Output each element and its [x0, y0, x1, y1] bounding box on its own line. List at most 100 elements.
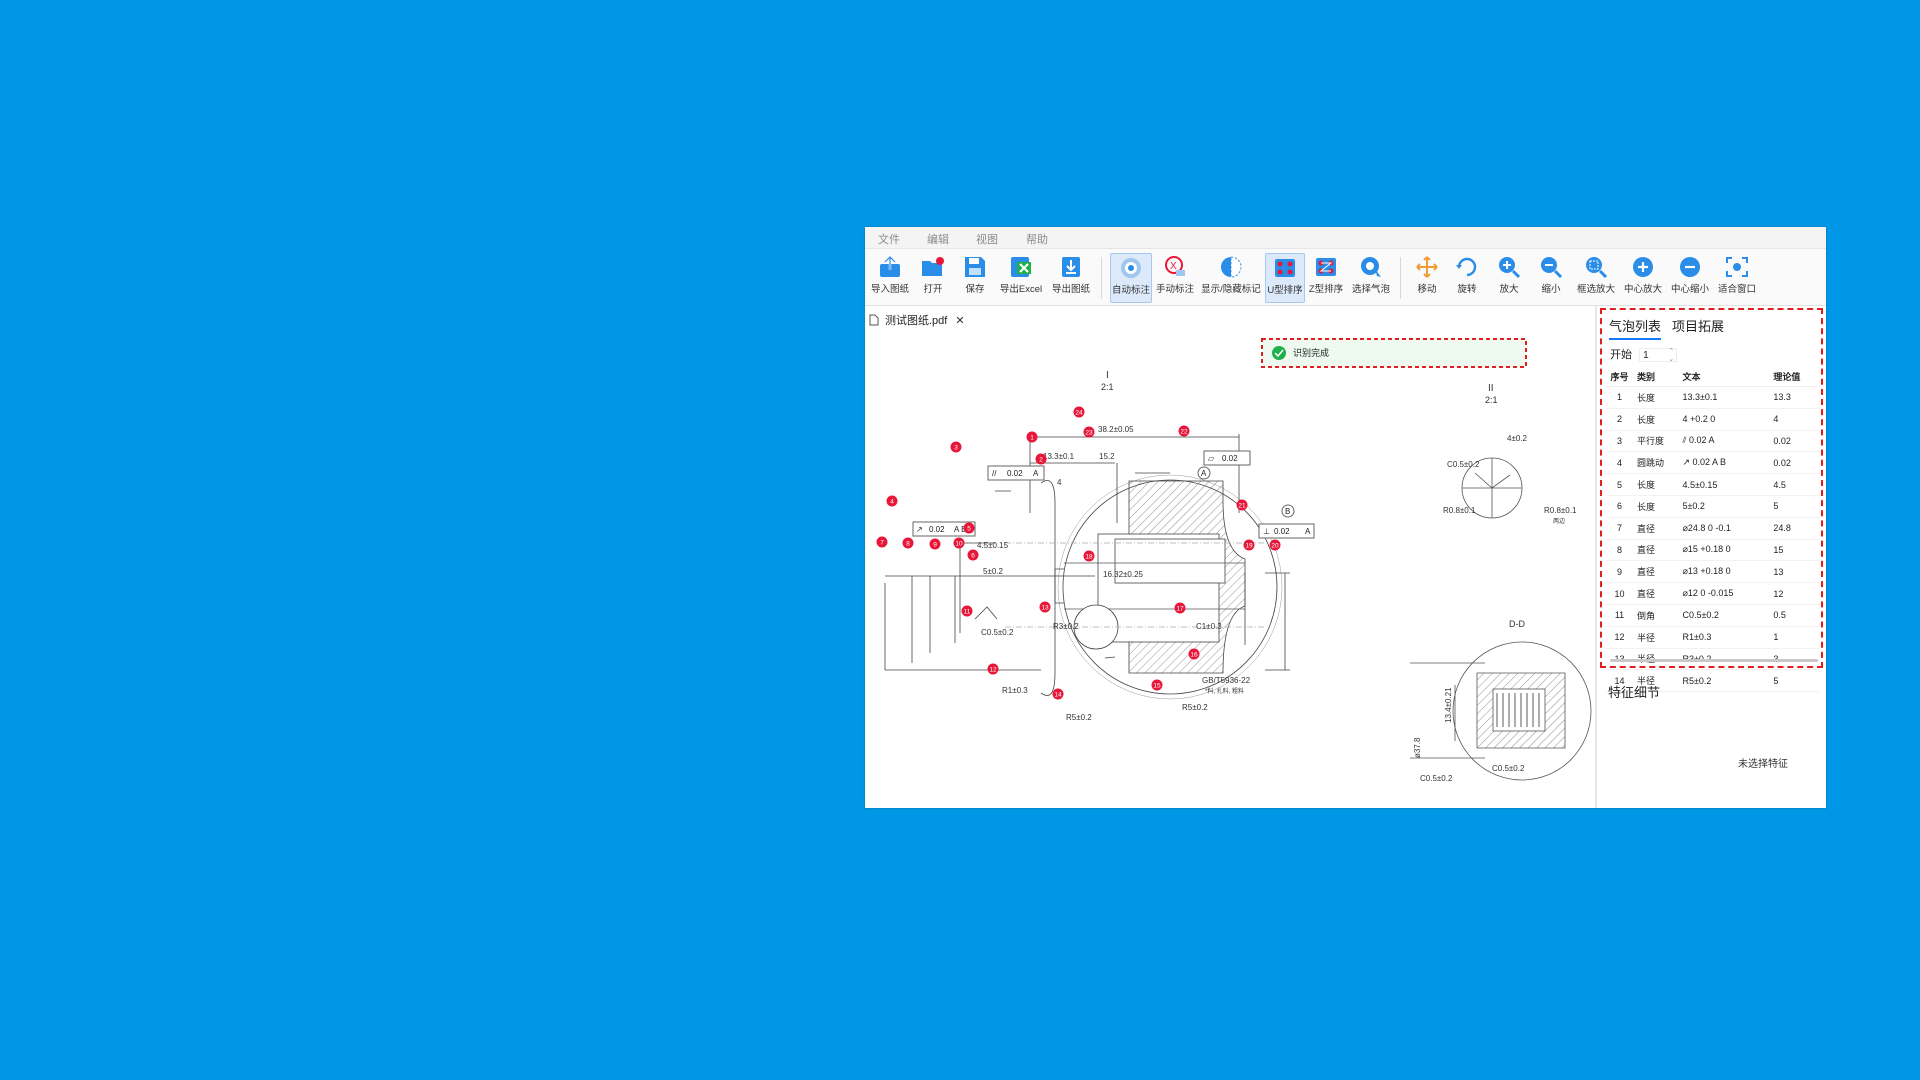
- toolbar-separator: [1101, 257, 1102, 299]
- bubble-marker-label: 23: [1085, 430, 1093, 437]
- col-nominal[interactable]: 理论值: [1772, 366, 1820, 387]
- table-row[interactable]: 5 长度 4.5±0.15 4.5: [1606, 473, 1820, 496]
- section-view-dd: [1410, 641, 1592, 781]
- tab-bubble-list[interactable]: 气泡列表: [1609, 316, 1662, 340]
- close-tab-icon[interactable]: ✕: [955, 314, 964, 327]
- table-row[interactable]: 9 直径 ⌀13 +0.18 0 13: [1606, 560, 1820, 584]
- cell-index: 2: [1606, 408, 1636, 431]
- import-drawing-button[interactable]: 导入图纸: [869, 253, 911, 301]
- fit-window-button[interactable]: 适合窗口: [1715, 253, 1759, 301]
- table-row[interactable]: 2 长度 4 +0.2 04: [1606, 408, 1820, 431]
- bubble-marker-label: 4: [890, 499, 894, 506]
- auto-annotate-button[interactable]: 自动标注: [1110, 253, 1152, 303]
- col-category[interactable]: 类别: [1635, 366, 1682, 387]
- drawing-canvas[interactable]: I 2:1 38.2±0.05 13.3±0.1 15.2 4 4.5±0.15…: [865, 333, 1595, 808]
- zoom-in-label: 放大: [1499, 284, 1519, 295]
- cell-index: 12: [1606, 626, 1636, 649]
- table-row[interactable]: 12 半径 R1±0.3 1: [1606, 626, 1820, 649]
- menu-file[interactable]: 文件: [878, 231, 900, 247]
- box-zoom-button[interactable]: 框选放大: [1575, 253, 1617, 301]
- menu-edit[interactable]: 编辑: [927, 231, 949, 247]
- col-text[interactable]: 文本: [1681, 366, 1773, 387]
- save-button[interactable]: 保存: [957, 253, 993, 301]
- zoom-out-label: 缩小: [1541, 284, 1561, 295]
- cell-index: 6: [1606, 495, 1636, 518]
- cell-category: 长度: [1635, 473, 1682, 496]
- bubble-list-box: 气泡列表 项目拓展 开始 1 ⌃ ⌄ 序号 类别 文本 理论值 1 长度 13.…: [1600, 308, 1823, 693]
- cell-text: R1±0.3: [1681, 626, 1773, 649]
- v2-r08b: R0.8±0.1: [1544, 506, 1577, 515]
- save-label: 保存: [965, 284, 985, 295]
- menu-view[interactable]: 视图: [976, 231, 998, 247]
- open-button[interactable]: 打开: [915, 253, 951, 301]
- table-row[interactable]: 7 直径 ⌀24.8 0 -0.1 24.8: [1606, 517, 1820, 540]
- export-excel-button[interactable]: 导出Excel: [999, 253, 1043, 301]
- bubble-marker-label: 14: [1054, 692, 1062, 699]
- cell-nominal: 1: [1772, 626, 1820, 649]
- view1-scale: 2:1: [1101, 382, 1114, 392]
- table-row[interactable]: 1 长度 13.3±0.1 13.3: [1606, 386, 1820, 409]
- panel-splitter[interactable]: [1595, 306, 1597, 808]
- cell-nominal: 5: [1772, 495, 1820, 518]
- dim-c05: C0.5±0.2: [981, 628, 1014, 637]
- bubble-marker-label: 3: [954, 445, 958, 452]
- zoom-in-icon: [1499, 257, 1521, 279]
- cell-text: ⫽ 0.02 A: [1681, 430, 1773, 453]
- table-row[interactable]: 11 倒角 C0.5±0.2 0.5: [1606, 604, 1820, 627]
- toggle-marks-label: 显示/隐藏标记: [1201, 284, 1261, 295]
- menu-help[interactable]: 帮助: [1026, 231, 1048, 247]
- dim-r5b: R5±0.2: [1182, 703, 1208, 712]
- select-bubble-button[interactable]: 选择气泡: [1350, 253, 1392, 301]
- fcf-1-datum: A: [1033, 469, 1039, 478]
- fcf-4-datum: A: [1305, 527, 1311, 536]
- bubble-marker-label: 8: [906, 541, 910, 548]
- center-zoom-out-button[interactable]: 中心缩小: [1669, 253, 1711, 301]
- cell-category: 长度: [1635, 408, 1682, 431]
- move-button[interactable]: 移动: [1409, 253, 1445, 301]
- manual-annotate-button[interactable]: X 手动标注: [1155, 253, 1195, 301]
- dim-38: 38.2±0.05: [1098, 425, 1134, 434]
- toggle-marks-button[interactable]: 显示/隐藏标记: [1201, 253, 1261, 301]
- dim-13-3: 13.3±0.1: [1043, 452, 1075, 461]
- fcf-4-value: 0.02: [1274, 527, 1290, 536]
- open-label: 打开: [923, 284, 943, 295]
- table-scrollbar[interactable]: [1610, 659, 1818, 662]
- cell-index: 11: [1606, 604, 1636, 627]
- z-sort-icon: [1316, 258, 1336, 276]
- zoom-in-button[interactable]: 放大: [1491, 253, 1527, 301]
- view1-title: I: [1106, 370, 1109, 381]
- u-sort-button[interactable]: U型排序: [1265, 253, 1305, 303]
- cell-nominal: 4.5: [1772, 473, 1820, 496]
- zoom-out-button[interactable]: 缩小: [1533, 253, 1569, 301]
- table-row[interactable]: 3 平行度 ⫽ 0.02 A 0.02: [1606, 430, 1820, 453]
- select-bubble-icon: [1361, 257, 1381, 277]
- dd-c05a: C0.5±0.2: [1420, 774, 1453, 783]
- rotate-button[interactable]: 旋转: [1449, 253, 1485, 301]
- import-icon: [880, 255, 900, 277]
- box-zoom-icon: [1586, 257, 1608, 279]
- start-value: 1: [1643, 350, 1649, 362]
- tab-project-extension[interactable]: 项目拓展: [1672, 316, 1724, 335]
- cell-nominal: 15: [1772, 539, 1820, 562]
- table-row[interactable]: 8 直径 ⌀15 +0.18 0 15: [1606, 539, 1820, 562]
- manual-annotate-icon: X: [1165, 256, 1185, 276]
- col-index[interactable]: 序号: [1606, 366, 1636, 387]
- center-zoom-in-button[interactable]: 中心放大: [1623, 253, 1663, 301]
- v2-r08a: R0.8±0.1: [1443, 506, 1476, 515]
- stepper-icon[interactable]: ⌃ ⌄: [1668, 348, 1674, 364]
- z-sort-button[interactable]: Z型排序: [1307, 253, 1345, 301]
- document-tab[interactable]: 测试图纸.pdf ✕: [869, 310, 965, 330]
- cell-category: 长度: [1635, 495, 1682, 518]
- table-row[interactable]: 6 长度 5±0.2 5: [1606, 495, 1820, 518]
- export-drawing-button[interactable]: 导出图纸: [1049, 253, 1093, 301]
- export-drawing-label: 导出图纸: [1051, 284, 1090, 295]
- select-bubble-label: 选择气泡: [1351, 284, 1390, 295]
- table-row[interactable]: 10 直径 ⌀12 0 -0.015 12: [1606, 582, 1820, 605]
- table-header-row: 序号 类别 文本 理论值: [1606, 366, 1820, 387]
- toolbar: 导入图纸 打开 保存 导出Excel 导出图纸 自动标注 X 手动标注 显示/隐…: [865, 249, 1826, 306]
- right-panel: 气泡列表 项目拓展 开始 1 ⌃ ⌄ 序号 类别 文本 理论值 1 长度 13.…: [1598, 306, 1826, 808]
- box-zoom-label: 框选放大: [1576, 284, 1615, 295]
- start-number-input[interactable]: 1 ⌃ ⌄: [1639, 348, 1678, 364]
- table-row[interactable]: 4 圆跳动 ↗ 0.02 A B 0.02: [1606, 451, 1820, 475]
- cell-nominal: 13.3: [1772, 386, 1820, 409]
